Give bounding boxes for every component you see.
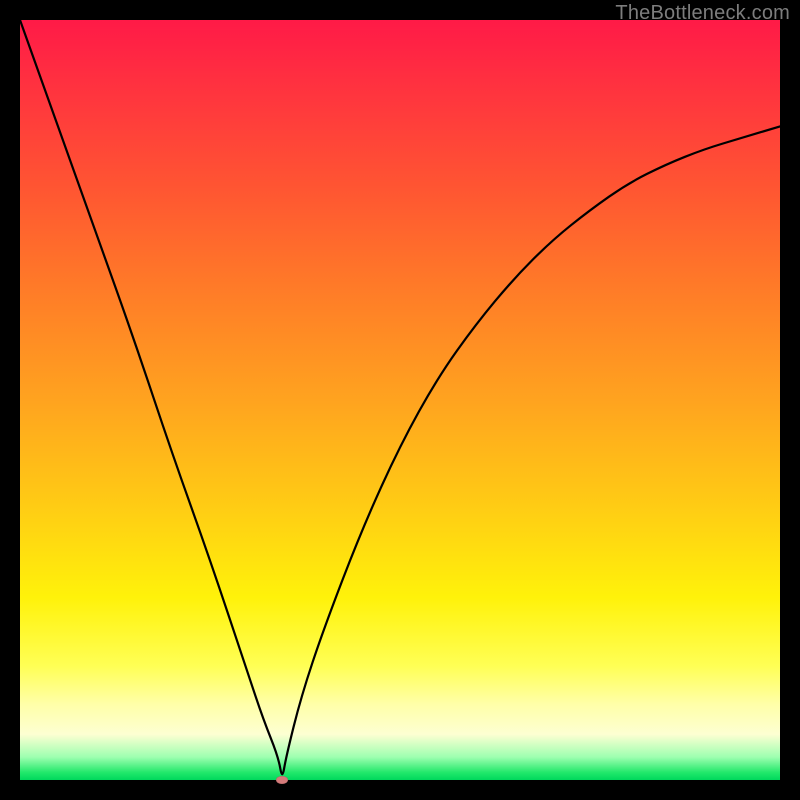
chart-curve: [20, 20, 780, 780]
bottleneck-curve-path: [20, 20, 780, 774]
watermark-text: TheBottleneck.com: [615, 2, 790, 25]
minimum-marker: [276, 776, 288, 784]
chart-frame: TheBottleneck.com: [0, 0, 800, 800]
